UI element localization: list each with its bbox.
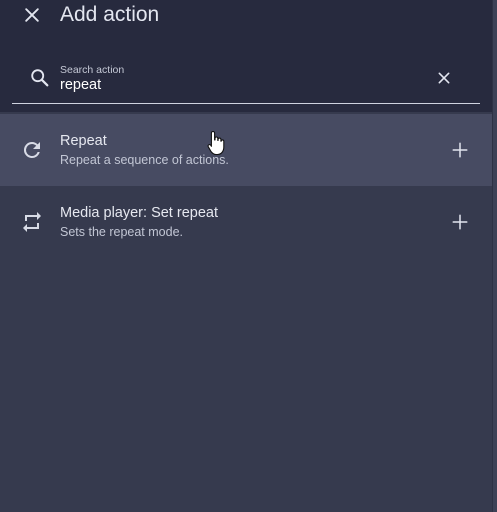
search-field[interactable]: Search action repeat [12,52,480,104]
list-item-repeat[interactable]: Repeat Repeat a sequence of actions. [0,114,492,186]
add-set-repeat-button[interactable] [448,210,472,234]
close-button[interactable] [16,0,48,30]
plus-icon [452,142,468,158]
plus-icon [452,214,468,230]
repeat-icon [23,212,41,232]
add-action-dialog: Add action Search action repeat Repeat R… [0,0,492,512]
results-list: Repeat Repeat a sequence of actions. Med… [0,114,492,258]
clear-search-button[interactable] [432,66,456,90]
add-repeat-button[interactable] [448,138,472,162]
close-icon [25,8,39,22]
clear-icon [438,72,450,84]
search-label: Search action [60,64,125,76]
scrollbar-track[interactable] [492,0,497,512]
search-icon [31,69,49,87]
item-title: Media player: Set repeat [60,205,218,221]
list-item-media-player-set-repeat[interactable]: Media player: Set repeat Sets the repeat… [0,186,492,258]
item-title: Repeat [60,133,107,149]
dialog-title: Add action [60,3,160,26]
item-description: Sets the repeat mode. [60,225,183,239]
dialog-header: Add action Search action repeat [0,0,492,112]
search-input[interactable]: repeat [60,77,101,93]
item-description: Repeat a sequence of actions. [60,153,229,167]
refresh-icon [23,141,40,158]
